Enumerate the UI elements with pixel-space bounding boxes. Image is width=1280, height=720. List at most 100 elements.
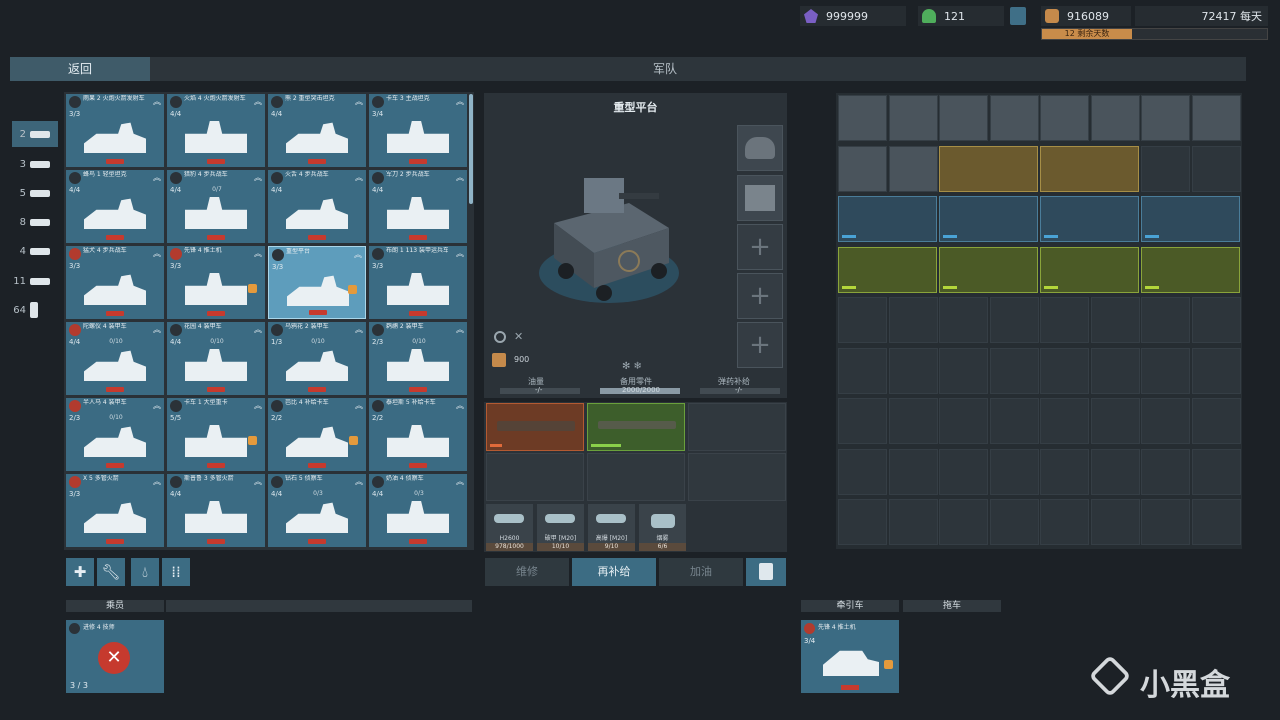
inventory-slot-empty[interactable] [1040,448,1089,495]
vehicle-card[interactable]: 火焰 4 火炮火箭发射车 ︽ 4/4 [167,94,265,167]
inventory-slot-empty[interactable] [838,448,887,495]
equipment-slot-empty[interactable] [688,453,786,501]
module-slot-empty-2[interactable]: + [737,273,783,319]
equipment-slot-empty[interactable] [587,453,685,501]
vehicle-card[interactable]: 芭比 4 补给卡车 ︽ 2/2 [268,398,366,471]
inventory-slot-empty[interactable] [939,448,988,495]
module-slot-empty-1[interactable]: + [737,224,783,270]
vehicle-card[interactable]: 卡车 3 主战坦克 ︽ 3/4 [369,94,467,167]
vehicle-grid-scrollbar[interactable] [469,94,473,204]
inventory-slot-empty[interactable] [1191,145,1241,192]
inventory-armor-module[interactable] [1141,95,1190,141]
resupply-button[interactable]: 再补给 [572,558,656,586]
inventory-rpg[interactable] [1040,246,1139,293]
inventory-rpg[interactable] [1141,246,1240,293]
inventory-slot-empty[interactable] [1090,499,1140,545]
ammo-slot-ap[interactable]: 破甲 [M20] 10/10 [537,504,584,551]
equipment-slot-launcher[interactable] [587,403,685,451]
inventory-slot-empty[interactable] [1141,297,1190,343]
category-tab-light-tank[interactable]: 3 [12,151,58,177]
inventory-slot-empty[interactable] [1191,499,1241,545]
inventory-slot-empty[interactable] [838,297,887,343]
inventory-slot-empty[interactable] [939,499,988,545]
inventory-armor-module[interactable] [1040,95,1089,141]
vehicle-card[interactable]: 鹈鹕 2 装甲车 ︽ 2/3 0/10 [369,322,467,395]
inventory-slot-empty[interactable] [989,297,1039,343]
inventory-slot-empty[interactable] [1090,398,1140,444]
refuel-button[interactable]: 加油 [659,558,743,586]
module-slot-armor[interactable] [737,175,783,221]
vehicle-card[interactable]: X 5 多管火箭 ︽ 3/3 [66,474,164,547]
inventory-slot-empty[interactable] [1191,297,1241,343]
equipment-slot-empty[interactable] [486,453,584,501]
vehicle-card[interactable]: 先锋 4 推土机 ︽ 3/3 [167,246,265,319]
crew-card[interactable]: 进修 4 技师 ✕ 3 / 3 [66,620,164,693]
vehicle-card[interactable]: 卡车 1 大型重卡 ︽ 5/5 [167,398,265,471]
category-tab-ifv[interactable]: 5 [12,180,58,206]
vehicle-card[interactable]: 陀螺仪 4 装甲车 ︽ 4/4 0/10 [66,322,164,395]
vehicle-card[interactable]: 乌鸦花 2 装甲车 ︽ 1/3 0/10 [268,322,366,395]
inventory-slot-empty[interactable] [838,347,887,394]
inventory-hatch-module[interactable] [888,145,938,192]
category-tab-infantry[interactable]: 64 [12,297,58,323]
inventory-armor-module[interactable] [989,95,1039,141]
inventory-slot-empty[interactable] [1141,398,1190,444]
inventory-slot-empty[interactable] [888,347,938,394]
category-tab-truck[interactable]: 8 [12,209,58,235]
category-tab-car[interactable]: 11 [12,268,58,294]
inventory-slot-empty[interactable] [1141,499,1190,545]
vehicle-card[interactable]: 军刀 2 步兵战车 ︽ 4/4 [369,170,467,243]
inventory-slot-empty[interactable] [1040,297,1089,343]
inventory-slot-empty[interactable] [838,499,887,545]
inventory-rifle[interactable] [1141,196,1240,242]
category-tab-helicopter[interactable]: 4 [12,238,58,264]
vehicle-card[interactable]: 火舌 4 步兵战车 ︽ 4/4 [268,170,366,243]
vehicle-card[interactable]: 布朗 1 113 装甲运兵车 ︽ 3/3 [369,246,467,319]
inventory-slot-empty[interactable] [989,347,1039,394]
ammo-slot-smoke[interactable]: 烟雾 6/6 [639,504,686,551]
inventory-slot-empty[interactable] [1040,398,1089,444]
inventory-armor-module[interactable] [1191,95,1241,141]
inventory-slot-empty[interactable] [888,448,938,495]
inventory-minigun[interactable] [1040,145,1139,192]
category-tab-tank[interactable]: 2 [12,121,58,147]
tow-vehicle-card[interactable]: 先锋 4 推土机 3/4 [801,620,899,693]
inventory-slot-empty[interactable] [1090,448,1140,495]
module-slot-empty-3[interactable]: + [737,322,783,368]
equipment-slot-cannon[interactable] [486,403,584,451]
inventory-armor-module[interactable] [888,95,938,141]
inventory-slot-empty[interactable] [939,297,988,343]
module-slot-hatch[interactable] [737,125,783,171]
inventory-slot-empty[interactable] [939,347,988,394]
inventory-slot-empty[interactable] [939,398,988,444]
ammo-slot-he[interactable]: 高爆 [M20] 9/10 [588,504,635,551]
fuel-drop-button[interactable]: 💧︎ [131,558,159,586]
inventory-slot-empty[interactable] [989,499,1039,545]
inventory-slot-empty[interactable] [1141,145,1190,192]
equipment-slot-empty[interactable] [688,403,786,451]
inventory-armor-module[interactable] [1090,95,1140,141]
inventory-armor-module[interactable] [939,95,988,141]
inventory-hatch-module[interactable] [838,145,887,192]
inventory-slot-empty[interactable] [888,297,938,343]
trash-icon[interactable] [1010,7,1026,25]
inventory-autocannon[interactable] [939,145,1038,192]
inventory-rifle[interactable] [838,196,937,242]
inventory-slot-empty[interactable] [1141,347,1190,394]
vehicle-card[interactable]: 雨果 2 火炮火箭发射车 ︽ 3/3 [66,94,164,167]
vehicle-card[interactable]: 重型平台 ︽ 3/3 [268,246,366,319]
inventory-slot-empty[interactable] [989,448,1039,495]
repair-button[interactable]: 维修 [485,558,569,586]
inventory-slot-empty[interactable] [989,398,1039,444]
inventory-slot-empty[interactable] [1040,499,1089,545]
inventory-slot-empty[interactable] [1191,448,1241,495]
inventory-slot-empty[interactable] [1090,347,1140,394]
inventory-slot-empty[interactable] [888,398,938,444]
inventory-rifle[interactable] [939,196,1038,242]
inventory-slot-empty[interactable] [1191,398,1241,444]
vehicle-card[interactable]: 斯普鲁 3 多管火箭 ︽ 4/4 [167,474,265,547]
inventory-slot-empty[interactable] [1090,297,1140,343]
ammo-button[interactable]: ⁞⁞ [162,558,190,586]
delete-button[interactable] [746,558,786,586]
medical-cross-button[interactable]: ✚ [66,558,94,586]
